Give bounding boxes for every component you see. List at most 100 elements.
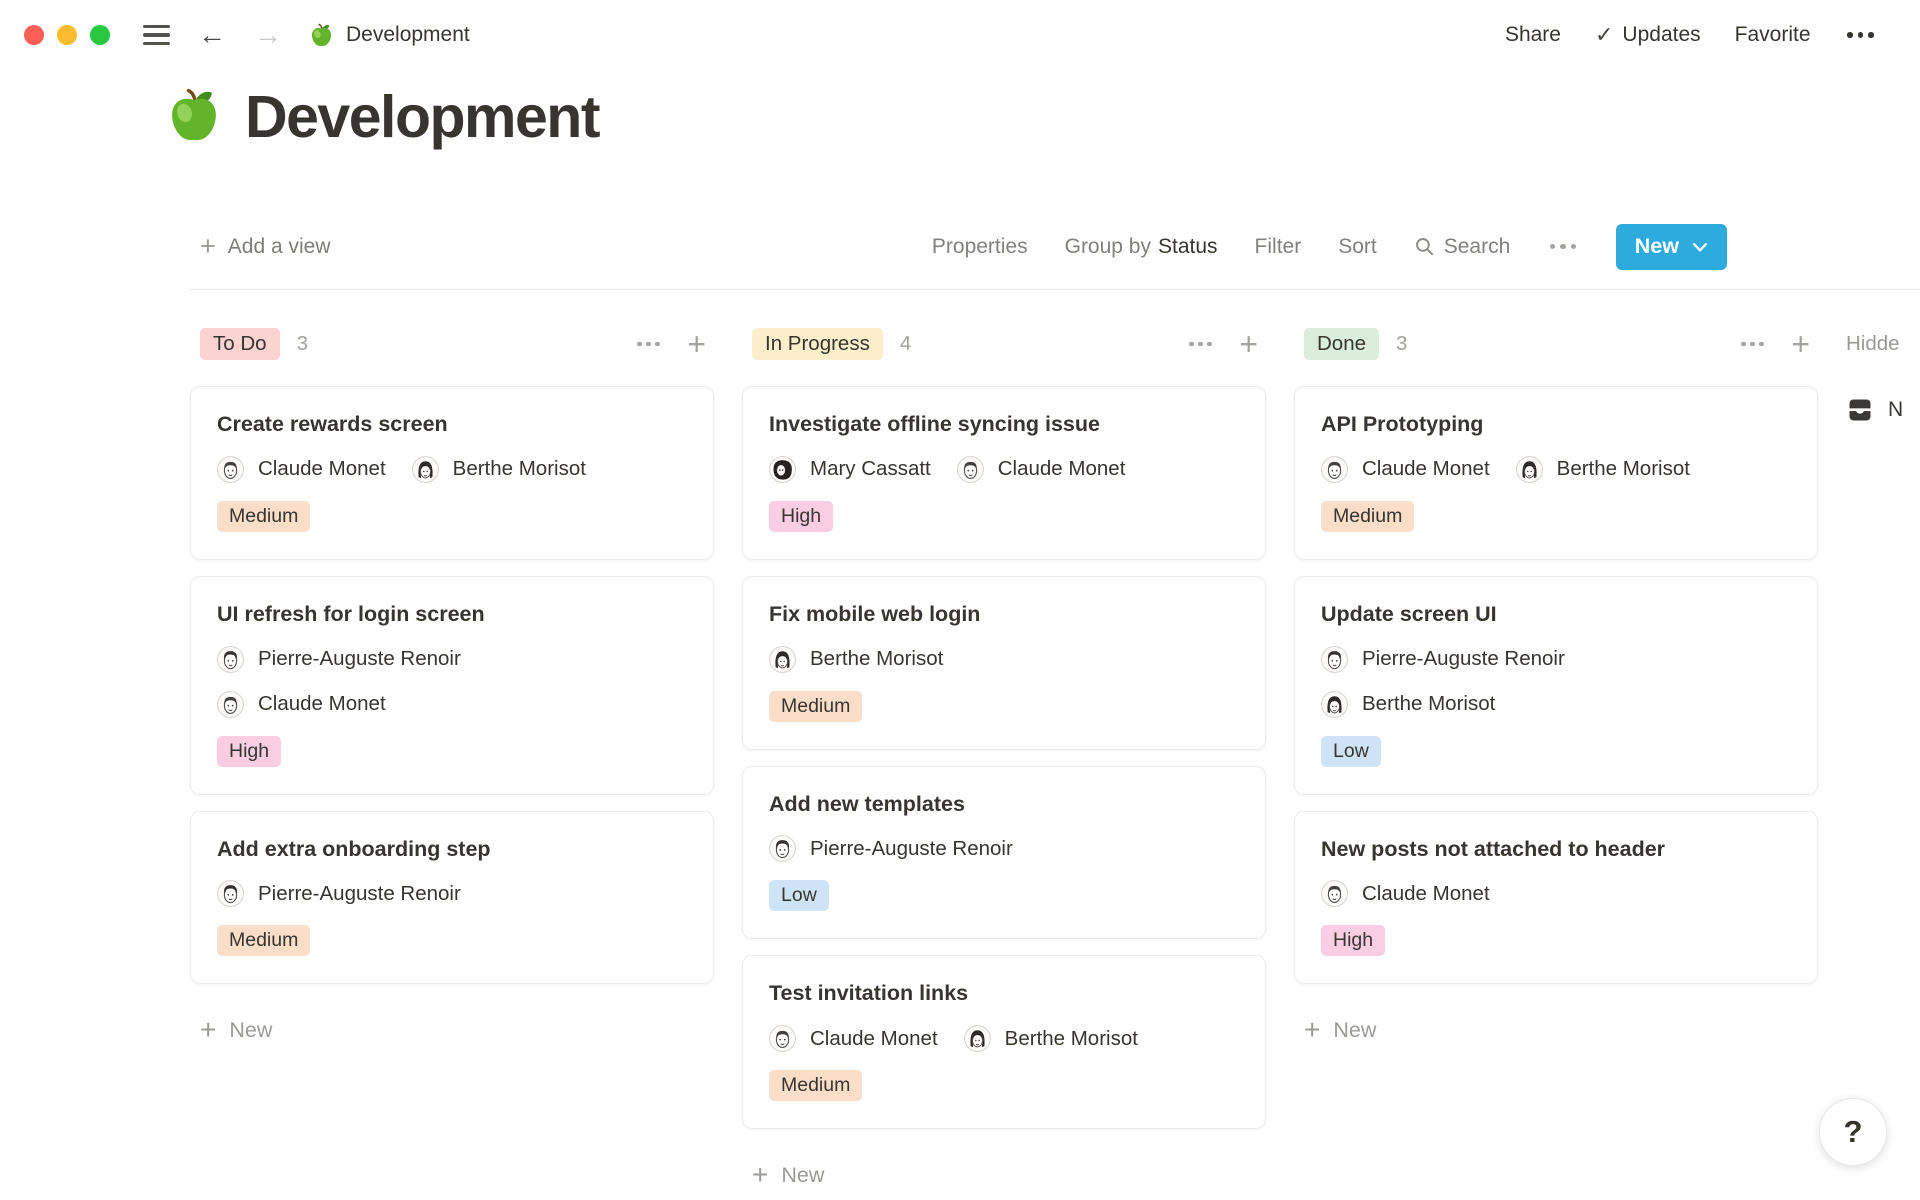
forward-button[interactable]: →: [254, 21, 282, 49]
column-more-icon[interactable]: [1187, 342, 1215, 347]
column-header: Done 3 +: [1294, 324, 1818, 364]
view-toolbar: + Add a view Properties Group byStatus F…: [190, 224, 1920, 290]
card-list: Create rewards screen Claude Monet Berth…: [190, 386, 714, 984]
task-card[interactable]: Add new templates Pierre-Auguste Renoir …: [742, 766, 1266, 940]
assignee-name: Pierre-Auguste Renoir: [258, 647, 461, 671]
board-column-done: Done 3 + API Prototyping Claude Monet Be…: [1294, 324, 1818, 1189]
new-card-label: New: [781, 1163, 824, 1188]
assignee-row: Claude Monet Berthe Morisot: [769, 1025, 1239, 1052]
assignees: Pierre-Auguste Renoir: [217, 880, 687, 907]
assignees: Pierre-Auguste Renoir: [769, 835, 1239, 862]
new-card-label: New: [1333, 1018, 1376, 1043]
help-button[interactable]: ?: [1819, 1098, 1887, 1166]
plus-icon: +: [200, 1016, 216, 1044]
favorite-button[interactable]: Favorite: [1735, 23, 1811, 47]
card-title: Add new templates: [769, 792, 1239, 818]
assignees: Claude Monet Berthe Morisot: [217, 456, 687, 483]
morisot-avatar: [769, 646, 796, 673]
assignee-row: Claude Monet Berthe Morisot: [1321, 456, 1791, 483]
task-card[interactable]: Create rewards screen Claude Monet Berth…: [190, 386, 714, 560]
morisot-avatar: [964, 1025, 991, 1052]
column-add-card-icon[interactable]: +: [687, 328, 706, 360]
search-button[interactable]: Search: [1414, 235, 1511, 259]
more-options-icon[interactable]: [1845, 32, 1877, 38]
priority-badge: High: [217, 736, 281, 767]
assignee-name: Berthe Morisot: [1557, 457, 1690, 481]
column-more-icon[interactable]: [1739, 342, 1767, 347]
task-card[interactable]: Test invitation links Claude Monet Berth…: [742, 955, 1266, 1129]
task-card[interactable]: Update screen UI Pierre-Auguste Renoir B…: [1294, 576, 1818, 795]
new-card-button[interactable]: + New: [742, 1161, 1266, 1189]
assignees: Claude Monet Berthe Morisot: [1321, 456, 1791, 483]
assignee: Pierre-Auguste Renoir: [217, 646, 461, 673]
renoir-avatar: [217, 880, 244, 907]
assignee: Pierre-Auguste Renoir: [769, 835, 1013, 862]
assignee-row: Pierre-Auguste Renoir: [769, 835, 1239, 862]
assignee-name: Pierre-Auguste Renoir: [1362, 647, 1565, 671]
column-header: In Progress 4 +: [742, 324, 1266, 364]
assignee-row: Berthe Morisot: [769, 646, 1239, 673]
assignees: Claude Monet: [1321, 880, 1791, 907]
morisot-avatar: [1321, 691, 1348, 718]
page-header: Development: [0, 85, 1920, 149]
monet-avatar: [1321, 880, 1348, 907]
column-more-icon[interactable]: [635, 342, 663, 347]
minimize-window-button[interactable]: [57, 25, 77, 45]
close-window-button[interactable]: [24, 25, 44, 45]
column-status-badge[interactable]: Done: [1304, 328, 1379, 360]
add-view-button[interactable]: + Add a view: [200, 233, 331, 260]
column-count: 4: [900, 332, 911, 356]
task-card[interactable]: Add extra onboarding step Pierre-Auguste…: [190, 811, 714, 985]
card-title: UI refresh for login screen: [217, 602, 687, 628]
updates-button[interactable]: ✓ Updates: [1595, 22, 1701, 48]
task-card[interactable]: Fix mobile web login Berthe Morisot Medi…: [742, 576, 1266, 750]
new-card-button[interactable]: + New: [190, 1016, 714, 1044]
task-card[interactable]: API Prototyping Claude Monet Berthe Mori…: [1294, 386, 1818, 560]
assignee-row: Berthe Morisot: [1321, 691, 1791, 718]
card-list: API Prototyping Claude Monet Berthe Mori…: [1294, 386, 1818, 984]
search-icon: [1414, 236, 1435, 257]
zoom-window-button[interactable]: [90, 25, 110, 45]
breadcrumb[interactable]: Development: [308, 22, 470, 49]
column-status-badge[interactable]: To Do: [200, 328, 280, 360]
new-button[interactable]: New: [1616, 224, 1727, 270]
back-button[interactable]: ←: [198, 21, 226, 49]
properties-button[interactable]: Properties: [932, 235, 1028, 259]
column-status-badge[interactable]: In Progress: [752, 328, 883, 360]
priority-badge: Low: [1321, 736, 1381, 767]
kanban-board: To Do 3 + Create rewards screen Claude M…: [0, 324, 1920, 1189]
card-title: Investigate offline syncing issue: [769, 412, 1239, 438]
plus-icon: +: [200, 233, 216, 260]
assignee: Berthe Morisot: [769, 646, 943, 673]
hidden-columns-label[interactable]: Hidde: [1846, 324, 1920, 364]
new-card-button[interactable]: + New: [1294, 1016, 1818, 1044]
column-add-card-icon[interactable]: +: [1239, 328, 1258, 360]
filter-button[interactable]: Filter: [1255, 235, 1302, 259]
task-card[interactable]: UI refresh for login screen Pierre-Augus…: [190, 576, 714, 795]
column-add-card-icon[interactable]: +: [1791, 328, 1810, 360]
task-card[interactable]: New posts not attached to header Claude …: [1294, 811, 1818, 985]
column-header: To Do 3 +: [190, 324, 714, 364]
hidden-columns-panel: Hidde N: [1846, 324, 1920, 424]
hidden-group-item[interactable]: N: [1846, 396, 1920, 424]
sort-button[interactable]: Sort: [1338, 235, 1377, 259]
window-controls: [24, 25, 123, 45]
group-by-button[interactable]: Group byStatus: [1065, 235, 1218, 259]
priority-badge: High: [1321, 925, 1385, 956]
task-card[interactable]: Investigate offline syncing issue Mary C…: [742, 386, 1266, 560]
assignees: Pierre-Auguste Renoir Claude Monet: [217, 646, 687, 718]
assignee-row: Claude Monet: [217, 691, 687, 718]
view-more-options-icon[interactable]: [1547, 244, 1579, 250]
share-button[interactable]: Share: [1505, 23, 1561, 47]
assignee: Berthe Morisot: [1321, 691, 1495, 718]
green-apple-icon[interactable]: [163, 85, 225, 147]
sidebar-toggle-icon[interactable]: [143, 25, 170, 46]
renoir-avatar: [769, 835, 796, 862]
assignee-row: Pierre-Auguste Renoir: [217, 880, 687, 907]
morisot-avatar: [412, 456, 439, 483]
assignee-name: Claude Monet: [1362, 882, 1490, 906]
priority-badge: Medium: [217, 925, 310, 956]
board-column-in-progress: In Progress 4 + Investigate offline sync…: [742, 324, 1266, 1189]
assignee-name: Mary Cassatt: [810, 457, 931, 481]
plus-icon: +: [752, 1161, 768, 1189]
